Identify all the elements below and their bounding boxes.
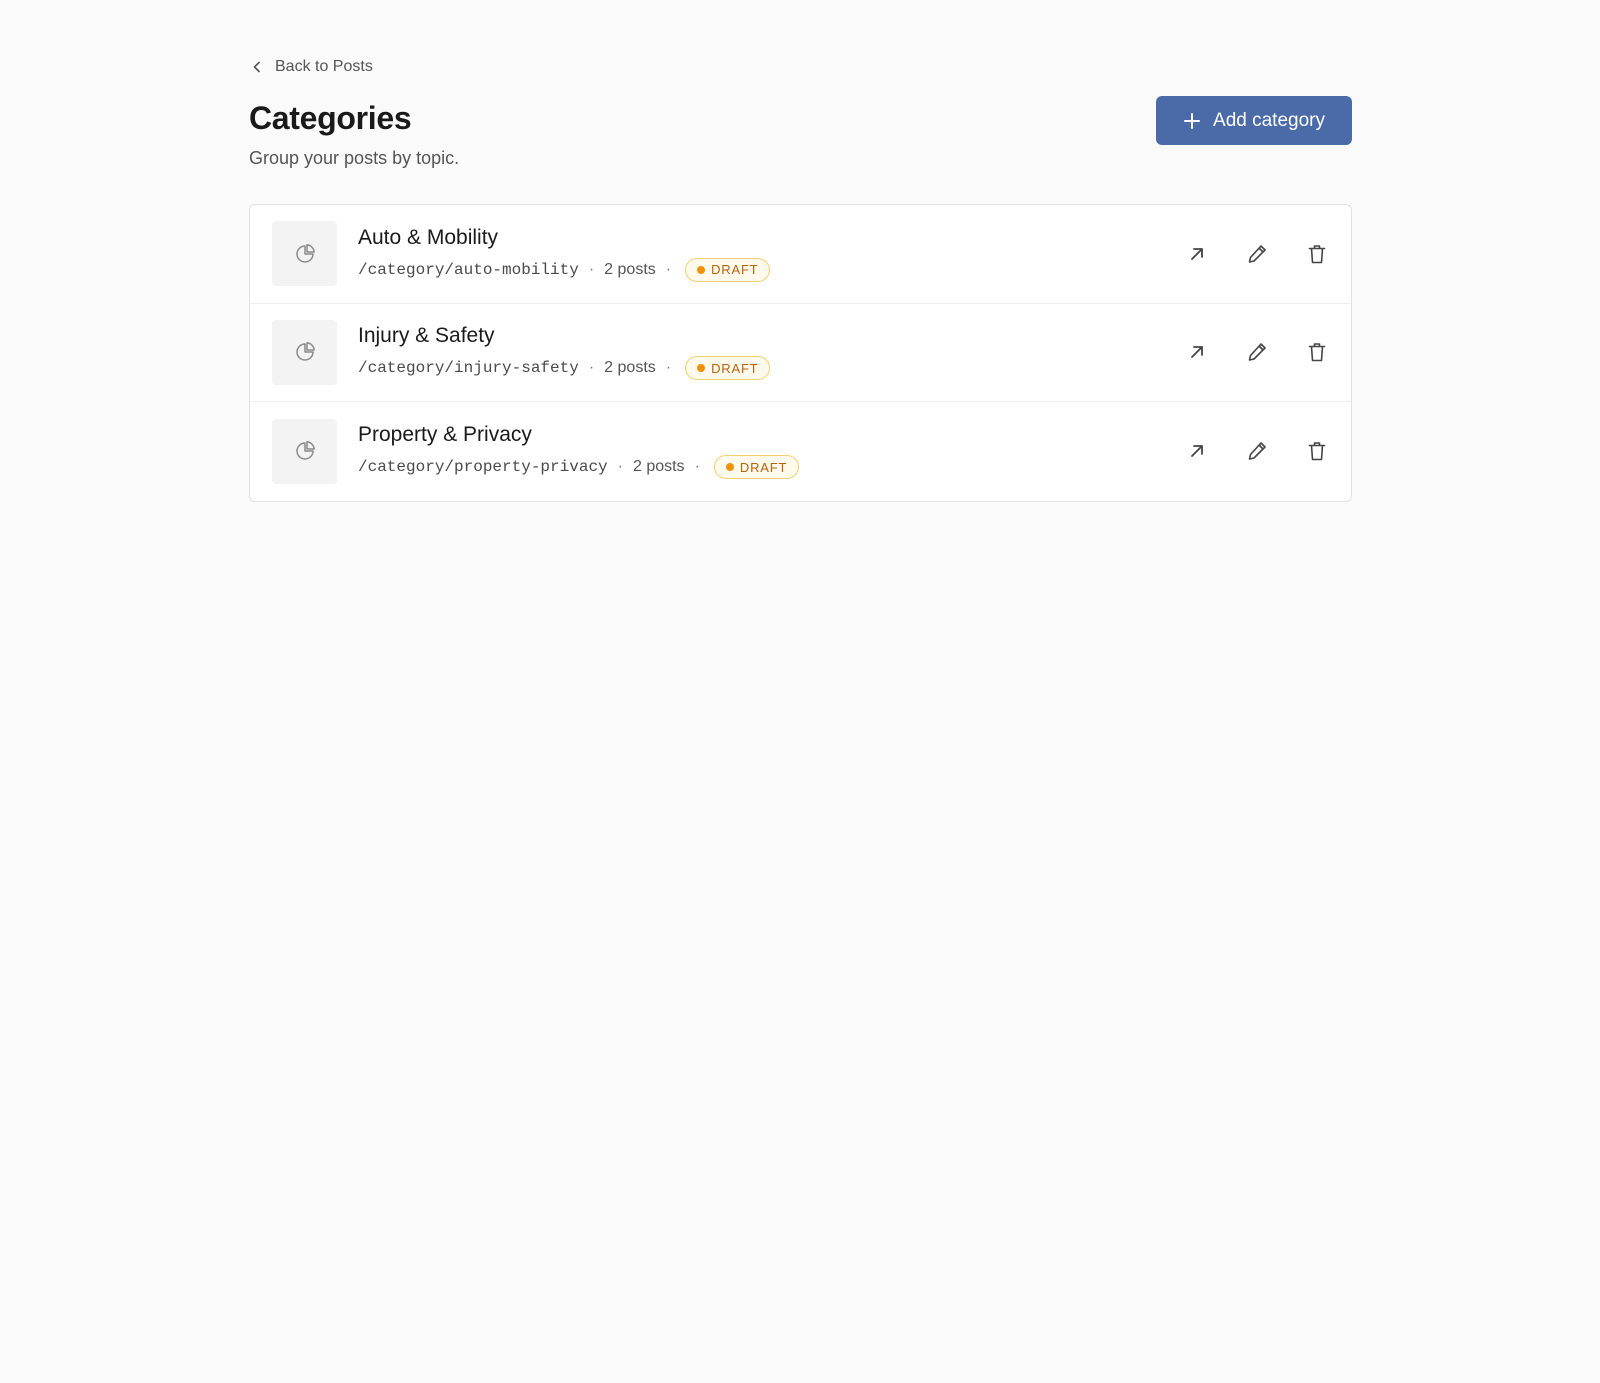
status-badge: DRAFT <box>685 356 771 381</box>
page-subtitle: Group your posts by topic. <box>249 148 460 168</box>
status-label: DRAFT <box>739 459 788 475</box>
open-category-button[interactable] <box>1185 439 1209 463</box>
status-label: DRAFT <box>711 262 759 278</box>
pie-chart-icon <box>295 441 315 460</box>
trash-icon <box>1308 244 1326 264</box>
edit-category-button[interactable] <box>1245 439 1269 463</box>
meta-separator: · <box>665 260 672 278</box>
category-slug: /category/injury-safety <box>358 359 579 378</box>
category-info: Auto & Mobility /category/auto-mobility … <box>358 225 771 282</box>
arrow-up-right-icon <box>1191 445 1203 458</box>
page-title: Categories <box>249 100 412 136</box>
pencil-icon <box>1248 343 1266 362</box>
category-post-count: 2 posts <box>604 359 656 377</box>
category-info: Injury & Safety /category/injury-safety … <box>358 324 771 381</box>
status-dot <box>725 463 734 472</box>
status-dot <box>697 265 706 274</box>
edit-category-button[interactable] <box>1245 242 1269 266</box>
pie-chart-icon <box>295 342 315 361</box>
meta-separator: · <box>694 458 700 476</box>
category-thumbnail <box>272 418 337 484</box>
add-category-label: Add category <box>1213 109 1325 131</box>
trash-icon <box>1308 442 1326 461</box>
delete-category-button[interactable] <box>1305 340 1329 364</box>
category-meta: /category/injury-safety · 2 posts · DRAF… <box>358 356 771 381</box>
category-post-count: 2 posts <box>604 260 656 278</box>
category-thumbnail <box>272 221 337 287</box>
trash-icon <box>1308 343 1326 362</box>
pencil-icon <box>1248 244 1266 263</box>
status-badge: DRAFT <box>685 257 771 282</box>
pencil-icon <box>1248 442 1266 461</box>
category-meta: /category/auto-mobility · 2 posts · DRAF… <box>358 257 771 282</box>
category-post-count: 2 posts <box>632 458 685 476</box>
chevron-left-icon <box>253 61 260 73</box>
category-slug: /category/auto-mobility <box>358 260 579 279</box>
category-slug: /category/property-privacy <box>358 458 608 477</box>
meta-separator: · <box>665 359 672 377</box>
back-link-label: Back to Posts <box>275 58 373 75</box>
meta-separator: · <box>588 260 595 278</box>
delete-category-button[interactable] <box>1305 242 1329 266</box>
category-meta: /category/property-privacy · 2 posts · D… <box>358 455 800 480</box>
category-info: Property & Privacy /category/property-pr… <box>358 423 800 480</box>
row-actions <box>1185 340 1329 364</box>
arrow-up-right-icon <box>1191 346 1203 359</box>
delete-category-button[interactable] <box>1305 439 1329 463</box>
category-name: Property & Privacy <box>358 423 532 447</box>
category-name: Injury & Safety <box>358 324 495 348</box>
status-label: DRAFT <box>711 360 759 376</box>
status-badge: DRAFT <box>713 455 800 480</box>
arrow-up-right-icon <box>1191 247 1203 260</box>
edit-category-button[interactable] <box>1245 340 1269 364</box>
category-list: Auto & Mobility /category/auto-mobility … <box>249 204 1352 502</box>
open-category-button[interactable] <box>1185 340 1209 364</box>
category-thumbnail <box>272 319 337 385</box>
add-category-button[interactable]: Add category <box>1156 96 1352 145</box>
category-row: Property & Privacy /category/property-pr… <box>250 402 1351 501</box>
plus-icon <box>1184 112 1201 129</box>
status-dot <box>697 364 706 373</box>
category-name: Auto & Mobility <box>358 225 499 249</box>
pie-chart-icon <box>295 243 315 263</box>
category-row: Auto & Mobility /category/auto-mobility … <box>250 205 1351 304</box>
open-category-button[interactable] <box>1185 242 1209 266</box>
meta-separator: · <box>588 359 595 377</box>
category-row: Injury & Safety /category/injury-safety … <box>250 304 1351 402</box>
back-to-posts-link[interactable]: Back to Posts <box>249 58 373 76</box>
row-actions <box>1185 439 1329 463</box>
row-actions <box>1185 242 1329 266</box>
meta-separator: · <box>617 458 623 476</box>
